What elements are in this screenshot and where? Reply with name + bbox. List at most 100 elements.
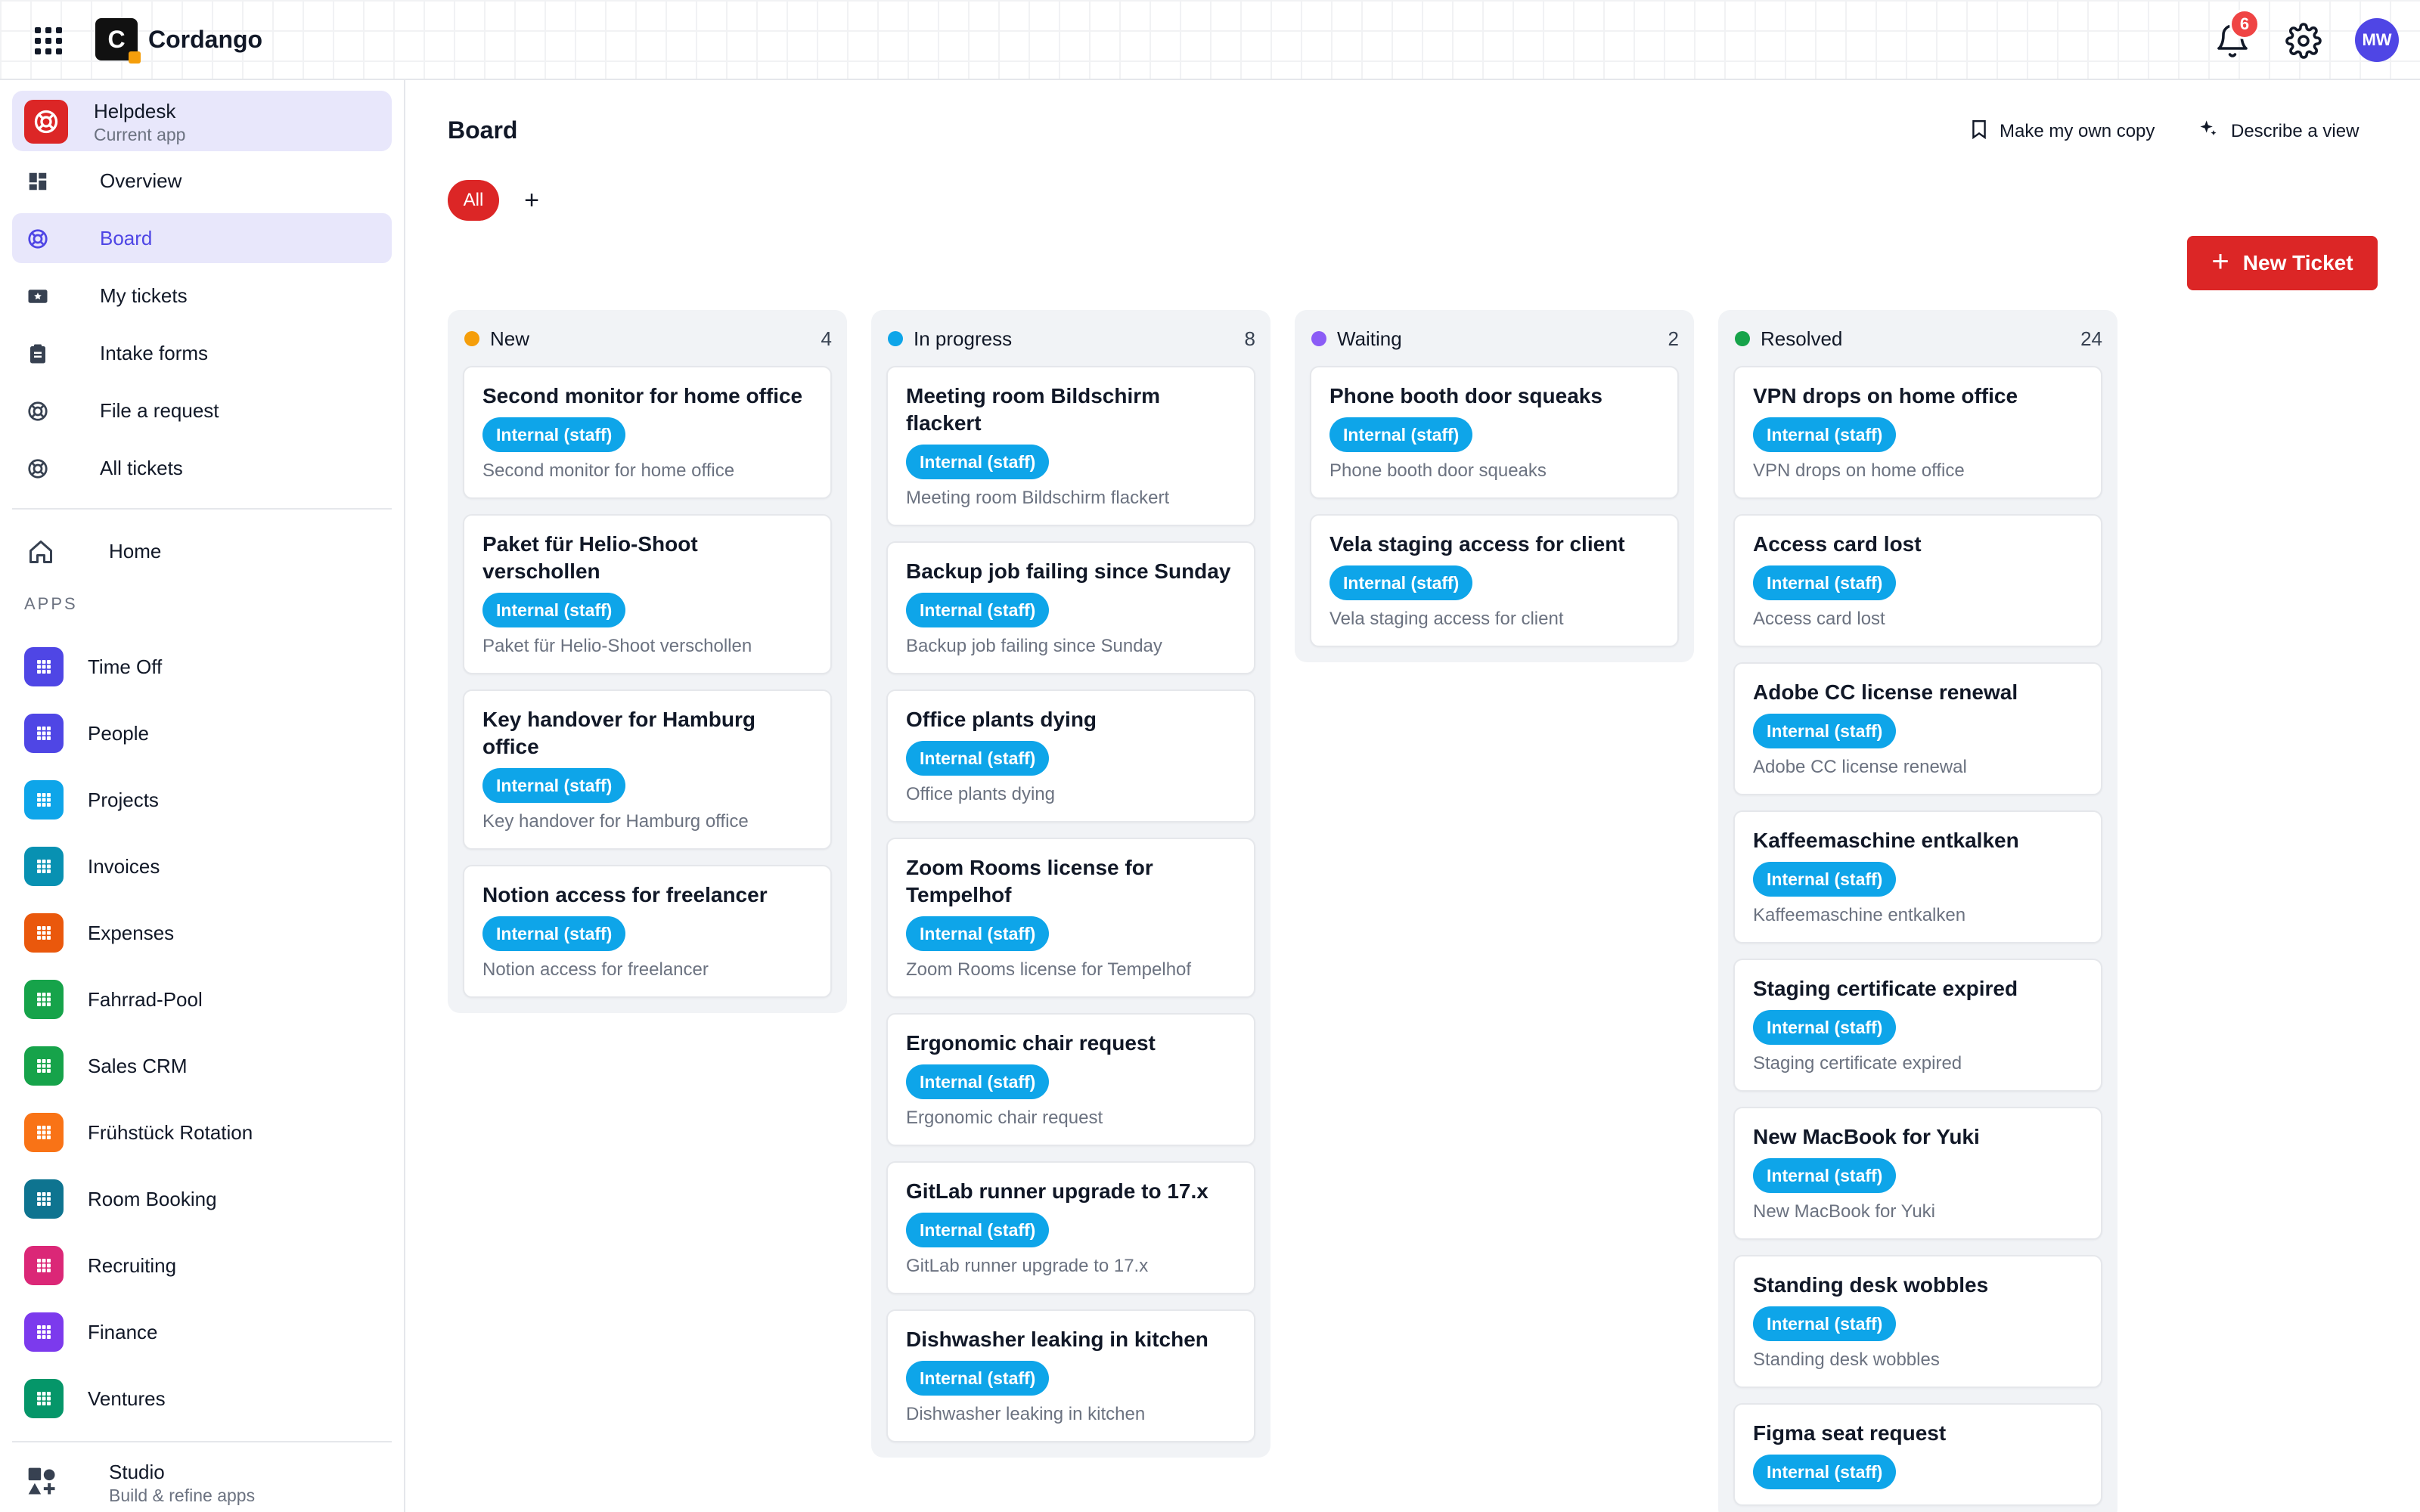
nav-item-all-tickets[interactable]: All tickets — [12, 443, 392, 493]
avatar[interactable]: MW — [2355, 18, 2399, 62]
ticket-card[interactable]: Standing desk wobbles Internal (staff) Sta… — [1733, 1255, 2102, 1388]
app-label: Time Off — [88, 655, 163, 678]
ticket-subtitle: Access card lost — [1753, 609, 1885, 629]
nav-item-board[interactable]: Board — [12, 213, 392, 263]
ticket-tag: Internal (staff) — [482, 417, 626, 452]
ticket-card[interactable]: Second monitor for home office Internal (… — [463, 366, 832, 499]
ticket-card[interactable]: Dishwasher leaking in kitchen Internal (s… — [886, 1309, 1255, 1442]
column-count: 4 — [821, 327, 832, 350]
column-header: Waiting 2 — [1295, 310, 1694, 366]
sparkle-icon — [2198, 119, 2219, 145]
column-header: In progress 8 — [871, 310, 1270, 366]
shapes-icon — [26, 1465, 59, 1498]
ticket-card[interactable]: Ergonomic chair request Internal (staff) E… — [886, 1013, 1255, 1146]
ticket-title: Phone booth door squeaks — [1329, 384, 1602, 407]
brand-logo[interactable]: C — [95, 18, 141, 64]
status-dot — [888, 331, 903, 346]
ticket-subtitle: Phone booth door squeaks — [1329, 460, 1547, 481]
new-ticket-button[interactable]: + New Ticket — [2187, 236, 2378, 290]
divider — [12, 508, 392, 510]
lifebuoy-icon — [26, 399, 50, 423]
ticket-subtitle: Meeting room Bildschirm flackert — [906, 488, 1170, 508]
app-label: Recruiting — [88, 1254, 177, 1277]
app-item-ventures[interactable]: Ventures — [12, 1371, 392, 1426]
ticket-card[interactable]: VPN drops on home office Internal (staff)… — [1733, 366, 2102, 499]
app-item-room-booking[interactable]: Room Booking — [12, 1172, 392, 1226]
calendar-icon — [24, 1179, 64, 1219]
ticket-title: Paket für Helio-Shoot verschollen — [482, 532, 698, 583]
ticket-card[interactable]: GitLab runner upgrade to 17.x Internal (s… — [886, 1161, 1255, 1294]
ticket-tag: Internal (staff) — [482, 593, 626, 627]
grid-icon — [24, 980, 64, 1019]
ticket-card[interactable]: Adobe CC license renewal Internal (staff)… — [1733, 662, 2102, 795]
app-item-fr-hst-ck-rotation[interactable]: Frühstück Rotation — [12, 1105, 392, 1160]
status-dot — [1311, 331, 1326, 346]
nav-item-home[interactable]: Home — [12, 526, 392, 576]
nav-item-intake-forms[interactable]: Intake forms — [12, 328, 392, 378]
brand-name[interactable]: Cordango — [148, 23, 262, 56]
ticket-subtitle: Second monitor for home office — [482, 460, 735, 481]
ticket-card[interactable]: Phone booth door squeaks Internal (staff)… — [1310, 366, 1679, 499]
nav-item-file-request[interactable]: File a request — [12, 386, 392, 435]
ticket-card[interactable]: Key handover for Hamburg office Internal … — [463, 689, 832, 850]
ticket-card[interactable]: Staging certificate expired Internal (sta… — [1733, 959, 2102, 1092]
app-item-projects[interactable]: Projects — [12, 773, 392, 827]
card-list: Meeting room Bildschirm flackert Internal… — [871, 366, 1270, 1458]
status-dot — [464, 331, 479, 346]
ticket-subtitle: GitLab runner upgrade to 17.x — [906, 1256, 1149, 1276]
ticket-card[interactable]: Figma seat request Internal (staff) — [1733, 1403, 2102, 1506]
current-app-switcher[interactable]: Helpdesk Current app — [12, 91, 392, 151]
app-item-sales-crm[interactable]: Sales CRM — [12, 1039, 392, 1093]
ticket-title: Ergonomic chair request — [906, 1031, 1156, 1055]
ticket-title: Backup job failing since Sunday — [906, 559, 1231, 583]
app-launcher-icon[interactable] — [32, 24, 65, 57]
make-copy-button[interactable]: Make my own copy — [1971, 116, 2155, 147]
card-list: VPN drops on home office Internal (staff)… — [1718, 366, 2118, 1512]
app-item-people[interactable]: People — [12, 706, 392, 761]
ticket-card[interactable]: Meeting room Bildschirm flackert Internal… — [886, 366, 1255, 526]
ticket-subtitle: Notion access for freelancer — [482, 959, 709, 980]
app-item-fahrrad-pool[interactable]: Fahrrad-Pool — [12, 972, 392, 1027]
ticket-card[interactable]: Paket für Helio-Shoot verschollen Interna… — [463, 514, 832, 674]
ticket-title: Meeting room Bildschirm flackert — [906, 384, 1161, 435]
ticket-title: Kaffeemaschine entkalken — [1753, 829, 2019, 852]
app-item-recruiting[interactable]: Recruiting — [12, 1238, 392, 1293]
app-item-finance[interactable]: Finance — [12, 1305, 392, 1359]
home-icon — [27, 538, 54, 565]
filter-all-pill[interactable]: All — [448, 180, 499, 221]
ticket-card[interactable]: Backup job failing since Sunday Internal … — [886, 541, 1255, 674]
add-filter-button[interactable]: + — [519, 181, 544, 219]
studio-subtitle: Build & refine apps — [109, 1486, 256, 1505]
ticket-card[interactable]: Access card lost Internal (staff) Access c… — [1733, 514, 2102, 647]
app-item-expenses[interactable]: Expenses — [12, 906, 392, 960]
divider — [12, 1441, 392, 1442]
app-label: Invoices — [88, 855, 160, 878]
ticket-subtitle: Ergonomic chair request — [906, 1108, 1103, 1128]
describe-view-button[interactable]: Describe a view — [2198, 116, 2359, 147]
gear-icon[interactable] — [2285, 23, 2322, 59]
ticket-card[interactable]: Office plants dying Internal (staff) Offic… — [886, 689, 1255, 823]
nav-label: Home — [109, 540, 162, 562]
studio-link[interactable]: Studio Build & refine apps — [12, 1455, 392, 1512]
ticket-card[interactable]: Vela staging access for client Internal (… — [1310, 514, 1679, 647]
logo-letter: C — [107, 25, 126, 53]
app-item-time-off[interactable]: Time Off — [12, 640, 392, 694]
ticket-tag: Internal (staff) — [1753, 1010, 1897, 1045]
app-label: Frühstück Rotation — [88, 1121, 253, 1144]
ticket-card[interactable]: Kaffeemaschine entkalken Internal (staff)… — [1733, 810, 2102, 943]
ticket-card[interactable]: Zoom Rooms license for Tempelhof Internal… — [886, 838, 1255, 998]
ticket-title: Notion access for freelancer — [482, 883, 768, 906]
grid-icon — [24, 1379, 64, 1418]
ticket-subtitle: Paket für Helio-Shoot verschollen — [482, 636, 752, 656]
clipboard-icon — [26, 342, 50, 366]
column-title: In progress — [914, 327, 1013, 350]
ticket-subtitle: Zoom Rooms license for Tempelhof — [906, 959, 1192, 980]
app-item-invoices[interactable]: Invoices — [12, 839, 392, 894]
nav-item-my-tickets[interactable]: My tickets — [12, 271, 392, 321]
nav-item-overview[interactable]: Overview — [12, 156, 392, 206]
ticket-card[interactable]: New MacBook for Yuki Internal (staff) New … — [1733, 1107, 2102, 1240]
chart-icon — [24, 1312, 64, 1352]
nav-label: Overview — [100, 169, 182, 192]
ticket-card[interactable]: Notion access for freelancer Internal (st… — [463, 865, 832, 998]
column-header: New 4 — [448, 310, 847, 366]
